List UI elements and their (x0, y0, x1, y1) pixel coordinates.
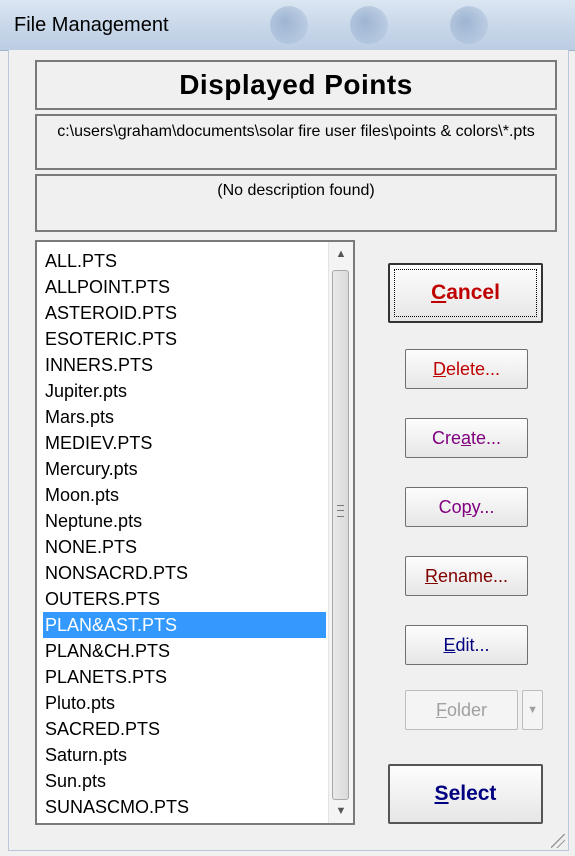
file-list-item[interactable]: OUTERS.PTS (43, 586, 326, 612)
create-button-label: Create... (431, 427, 502, 448)
file-list-item[interactable]: PLAN&CH.PTS (43, 638, 326, 664)
scroll-grip-icon (337, 505, 344, 517)
file-list-item[interactable]: NONSACRD.PTS (43, 560, 326, 586)
select-button-label: Select (434, 782, 497, 805)
edit-button[interactable]: Edit... (405, 625, 528, 665)
create-button[interactable]: Create... (405, 418, 528, 458)
delete-button-label: Delete... (432, 358, 501, 379)
file-list-item[interactable]: ASTEROID.PTS (43, 300, 326, 326)
cancel-button-label: Cancel (431, 281, 500, 304)
file-list-item[interactable]: SUNASCMO.PTS (43, 794, 326, 820)
file-listbox[interactable]: ALL.PTS ALLPOINT.PTS ASTEROID.PTS ESOTERIC.… (35, 240, 355, 825)
file-list-item[interactable]: NONE.PTS (43, 534, 326, 560)
titlebar-decoration (270, 6, 308, 44)
file-list-item[interactable]: ALL.PTS (43, 248, 326, 274)
chevron-down-icon: ▼ (527, 704, 538, 716)
file-list-item[interactable]: Saturn.pts (43, 742, 326, 768)
select-button[interactable]: Select (388, 764, 543, 824)
rename-button[interactable]: Rename... (405, 556, 528, 596)
file-list-item[interactable]: Pluto.pts (43, 690, 326, 716)
list-scrollbar[interactable]: ▲ ▼ (328, 242, 353, 823)
file-list-item[interactable]: Mercury.pts (43, 456, 326, 482)
title-bar: File Management (0, 0, 575, 51)
titlebar-decoration (350, 6, 388, 44)
file-list[interactable]: ALL.PTS ALLPOINT.PTS ASTEROID.PTS ESOTERIC.… (43, 248, 326, 820)
file-description: (No description found) (35, 174, 557, 232)
edit-button-label: Edit... (443, 634, 490, 655)
file-list-item[interactable]: MEDIEV.PTS (43, 430, 326, 456)
folder-button-label: Folder (435, 699, 488, 720)
file-list-item[interactable]: PLAN&AST.PTS (43, 612, 326, 638)
folder-dropdown-button[interactable]: ▼ (522, 690, 543, 730)
resize-grip-icon[interactable] (551, 834, 565, 848)
cancel-button[interactable]: Cancel (388, 263, 543, 323)
file-list-item[interactable]: ESOTERIC.PTS (43, 326, 326, 352)
file-list-item[interactable]: SACRED.PTS (43, 716, 326, 742)
scroll-up-icon[interactable]: ▲ (329, 242, 353, 266)
window-title: File Management (14, 14, 169, 36)
file-list-item[interactable]: Jupiter.pts (43, 378, 326, 404)
file-list-item[interactable]: Neptune.pts (43, 508, 326, 534)
file-list-item[interactable]: PLANETS.PTS (43, 664, 326, 690)
file-list-item[interactable]: Moon.pts (43, 482, 326, 508)
file-list-item[interactable]: Mars.pts (43, 404, 326, 430)
rename-button-label: Rename... (424, 565, 509, 586)
titlebar-decoration (450, 6, 488, 44)
folder-button[interactable]: Folder (405, 690, 518, 730)
delete-button[interactable]: Delete... (405, 349, 528, 389)
scroll-thumb[interactable] (332, 270, 349, 800)
copy-button-label: Copy... (438, 496, 495, 517)
file-list-item[interactable]: INNERS.PTS (43, 352, 326, 378)
copy-button[interactable]: Copy... (405, 487, 528, 527)
file-list-item[interactable]: Sun.pts (43, 768, 326, 794)
scroll-down-icon[interactable]: ▼ (329, 799, 353, 823)
dialog-heading: Displayed Points (35, 60, 557, 110)
file-list-item[interactable]: ALLPOINT.PTS (43, 274, 326, 300)
folder-path: c:\users\graham\documents\solar fire use… (35, 114, 557, 170)
